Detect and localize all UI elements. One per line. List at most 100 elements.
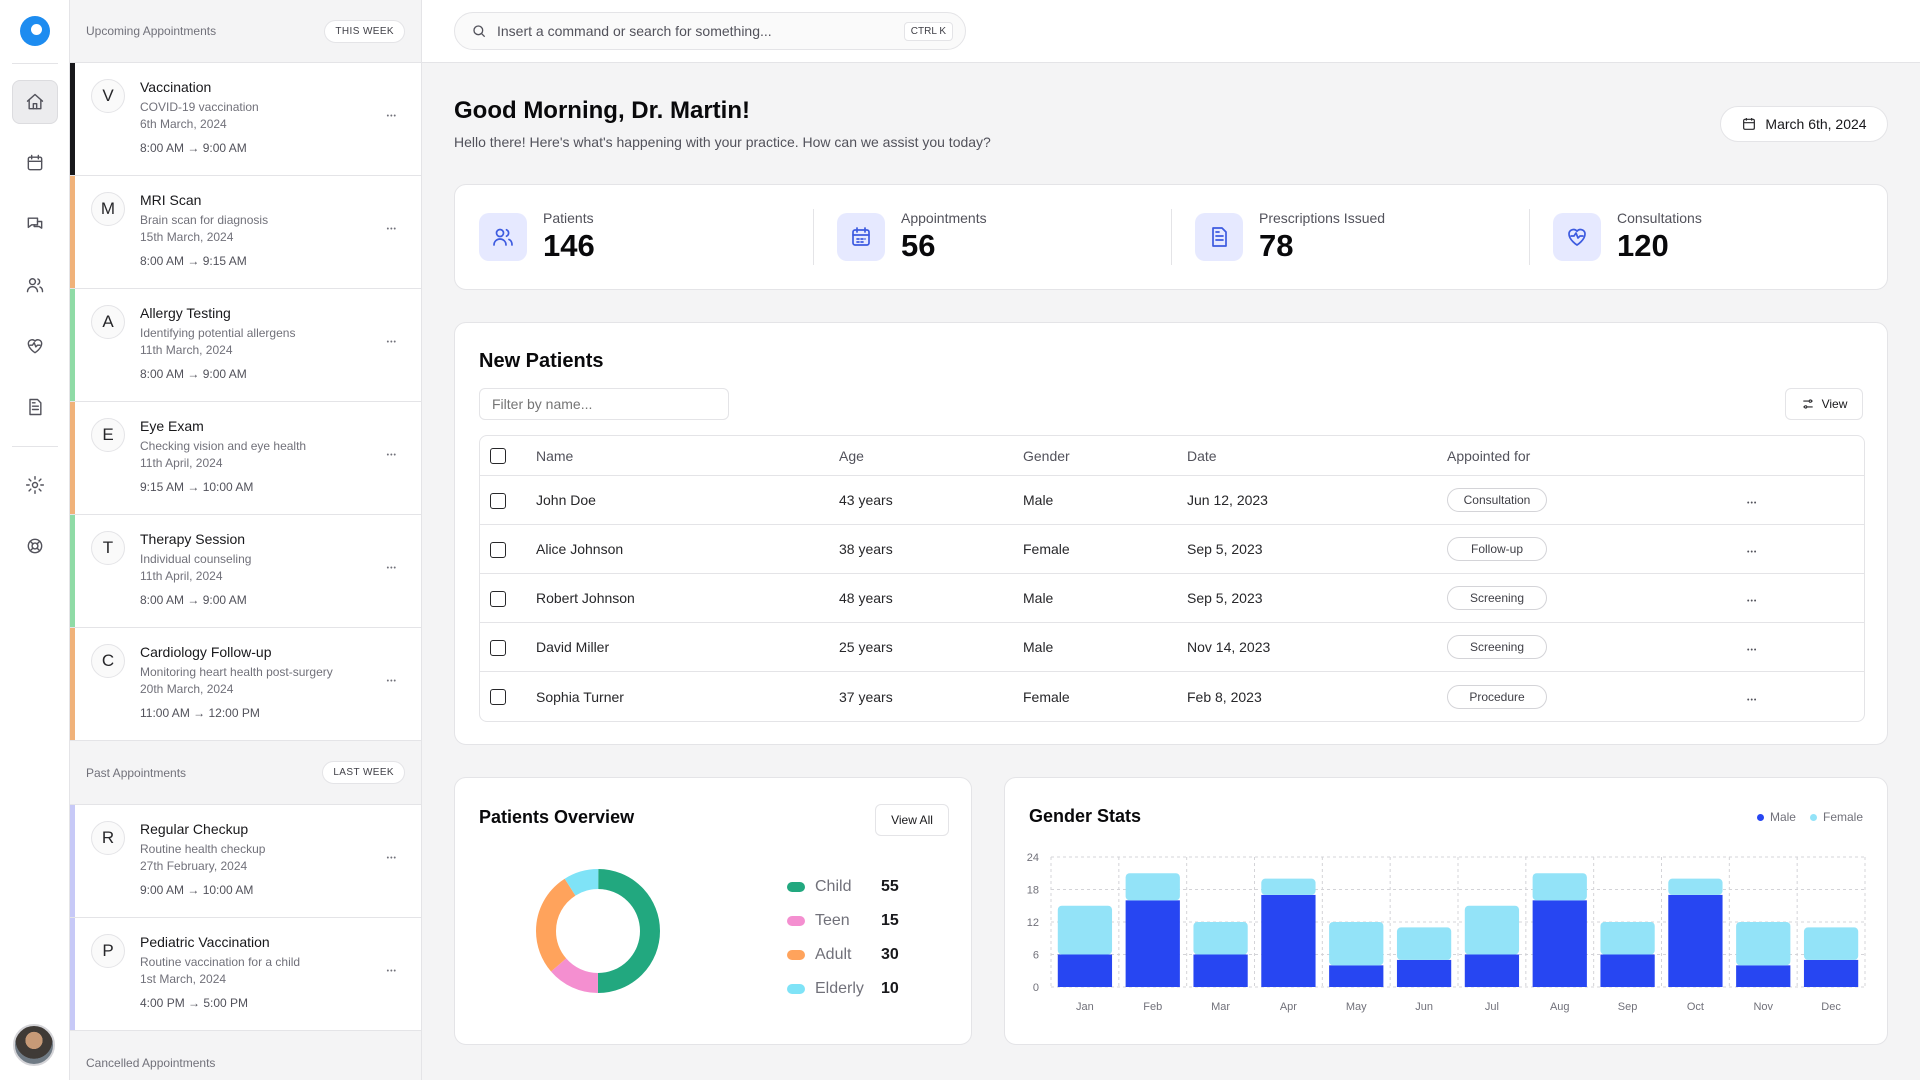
row-select-cell — [480, 574, 536, 623]
bar-male-jun[interactable] — [1396, 959, 1452, 987]
appointment-type-badge: Consultation — [1447, 488, 1547, 512]
more-options-icon[interactable]: ••• — [387, 678, 397, 685]
more-options-icon[interactable]: ••• — [1747, 697, 1757, 704]
bar-female-jan[interactable] — [1057, 905, 1113, 955]
bar-male-feb[interactable] — [1125, 900, 1180, 987]
row-checkbox[interactable] — [490, 689, 506, 706]
row-checkbox[interactable] — [490, 541, 506, 558]
bar-male-sep[interactable] — [1600, 954, 1655, 988]
bar-female-jul[interactable] — [1464, 905, 1520, 955]
stat-prescriptions[interactable]: Prescriptions Issued 78 — [1171, 209, 1529, 265]
table-row[interactable]: Robert Johnson 48 years Male Sep 5, 2023 Scr… — [480, 574, 1864, 623]
cell-gender: Male — [1023, 623, 1187, 672]
bar-female-mar[interactable] — [1193, 922, 1248, 955]
row-checkbox[interactable] — [490, 590, 506, 607]
appointment-type-badge: Procedure — [1447, 684, 1547, 709]
more-options-icon[interactable]: ••• — [387, 226, 397, 233]
user-avatar[interactable] — [13, 1024, 55, 1066]
date-picker-button[interactable]: March 6th, 2024 — [1720, 106, 1888, 142]
bar-male-jul[interactable] — [1464, 954, 1520, 988]
select-all-checkbox[interactable] — [490, 448, 506, 465]
bar-male-aug[interactable] — [1532, 900, 1587, 987]
nav-patients[interactable] — [12, 263, 58, 307]
more-options-icon[interactable]: ••• — [1747, 500, 1757, 507]
app-logo[interactable] — [20, 16, 50, 46]
view-options-button[interactable]: View — [1785, 388, 1863, 420]
appointment-initial: M — [91, 192, 125, 226]
cell-appointed-for: Screening — [1447, 574, 1747, 623]
last-week-badge[interactable]: LAST WEEK — [322, 761, 405, 784]
bar-female-feb[interactable] — [1125, 873, 1180, 901]
legend-item-child[interactable]: Child 55 — [787, 875, 899, 899]
nav-calendar[interactable] — [12, 141, 58, 185]
more-options-icon[interactable]: ••• — [1747, 647, 1757, 654]
rail-divider — [12, 446, 58, 447]
cell-date: Sep 5, 2023 — [1187, 525, 1447, 574]
view-all-button[interactable]: View All — [875, 804, 949, 836]
table-row[interactable]: Sophia Turner 37 years Female Feb 8, 2023 Pr… — [480, 672, 1864, 721]
more-options-icon[interactable]: ••• — [387, 113, 397, 120]
nav-documents[interactable] — [12, 385, 58, 429]
column-appointed-for[interactable]: Appointed for — [1447, 436, 1747, 476]
command-search[interactable]: Insert a command or search for something… — [454, 12, 966, 50]
bar-male-may[interactable] — [1329, 965, 1384, 987]
appointment-card[interactable]: M MRI Scan Brain scan for diagnosis 15th Ma… — [70, 176, 421, 289]
more-options-icon[interactable]: ••• — [1747, 549, 1757, 556]
more-options-icon[interactable]: ••• — [387, 968, 397, 975]
bar-male-oct[interactable] — [1668, 894, 1723, 987]
cell-appointed-for: Follow-up — [1447, 525, 1747, 574]
legend-item-teen[interactable]: Teen 15 — [787, 909, 899, 933]
bar-male-mar[interactable] — [1193, 954, 1248, 988]
appointment-card[interactable]: V Vaccination COVID-19 vaccination 6th Marc… — [70, 63, 421, 176]
bar-male-dec[interactable] — [1803, 959, 1859, 987]
more-options-icon[interactable]: ••• — [1747, 598, 1757, 605]
bar-female-jun[interactable] — [1396, 927, 1452, 960]
nav-messages[interactable] — [12, 202, 58, 246]
stat-label: Consultations — [1617, 210, 1702, 226]
column-date[interactable]: Date — [1187, 436, 1447, 476]
legend-item-adult[interactable]: Adult 30 — [787, 943, 899, 967]
appointment-card[interactable]: C Cardiology Follow-up Monitoring heart he… — [70, 628, 421, 741]
appointment-card[interactable]: P Pediatric Vaccination Routine vaccinatio… — [70, 918, 421, 1031]
bar-female-oct[interactable] — [1668, 878, 1723, 895]
bar-female-nov[interactable] — [1736, 922, 1791, 966]
rail-divider — [12, 63, 58, 64]
stat-appointments[interactable]: Appointments 56 — [813, 209, 1171, 265]
nav-settings[interactable] — [12, 463, 58, 507]
appointment-card[interactable]: T Therapy Session Individual counseling 11t… — [70, 515, 421, 628]
bar-female-may[interactable] — [1329, 922, 1384, 966]
nav-health[interactable] — [12, 324, 58, 368]
appointment-card[interactable]: A Allergy Testing Identifying potential al… — [70, 289, 421, 402]
column-name[interactable]: Name — [536, 436, 839, 476]
appointment-card[interactable]: R Regular Checkup Routine health checkup 27… — [70, 805, 421, 918]
filter-by-name-input[interactable] — [479, 388, 729, 420]
appointment-initial: E — [91, 418, 125, 452]
more-options-icon[interactable]: ••• — [387, 339, 397, 346]
table-row[interactable]: John Doe 43 years Male Jun 12, 2023 Consulta… — [480, 476, 1864, 525]
x-tick-label: Aug — [1550, 1001, 1570, 1013]
bar-male-apr[interactable] — [1261, 894, 1316, 987]
more-options-icon[interactable]: ••• — [387, 565, 397, 572]
appointment-description: Brain scan for diagnosis — [140, 213, 269, 227]
appointment-card[interactable]: E Eye Exam Checking vision and eye health 1… — [70, 402, 421, 515]
legend-item-elderly[interactable]: Elderly 10 — [787, 977, 899, 1001]
bar-female-sep[interactable] — [1600, 922, 1655, 955]
column-gender[interactable]: Gender — [1023, 436, 1187, 476]
stat-consultations[interactable]: Consultations 120 — [1529, 209, 1887, 265]
table-row[interactable]: David Miller 25 years Male Nov 14, 2023 Scre… — [480, 623, 1864, 672]
bar-female-dec[interactable] — [1803, 927, 1859, 960]
column-age[interactable]: Age — [839, 436, 1023, 476]
bar-female-aug[interactable] — [1532, 873, 1587, 901]
bar-male-jan[interactable] — [1057, 954, 1113, 988]
table-row[interactable]: Alice Johnson 38 years Female Sep 5, 2023 Fo… — [480, 525, 1864, 574]
more-options-icon[interactable]: ••• — [387, 855, 397, 862]
nav-home[interactable] — [12, 80, 58, 124]
more-options-icon[interactable]: ••• — [387, 452, 397, 459]
bar-male-nov[interactable] — [1736, 965, 1791, 987]
stat-patients[interactable]: Patients 146 — [455, 209, 813, 265]
row-checkbox[interactable] — [490, 492, 506, 509]
row-checkbox[interactable] — [490, 639, 506, 656]
this-week-badge[interactable]: THIS WEEK — [324, 19, 405, 43]
nav-help[interactable] — [12, 524, 58, 568]
bar-female-apr[interactable] — [1261, 878, 1316, 895]
